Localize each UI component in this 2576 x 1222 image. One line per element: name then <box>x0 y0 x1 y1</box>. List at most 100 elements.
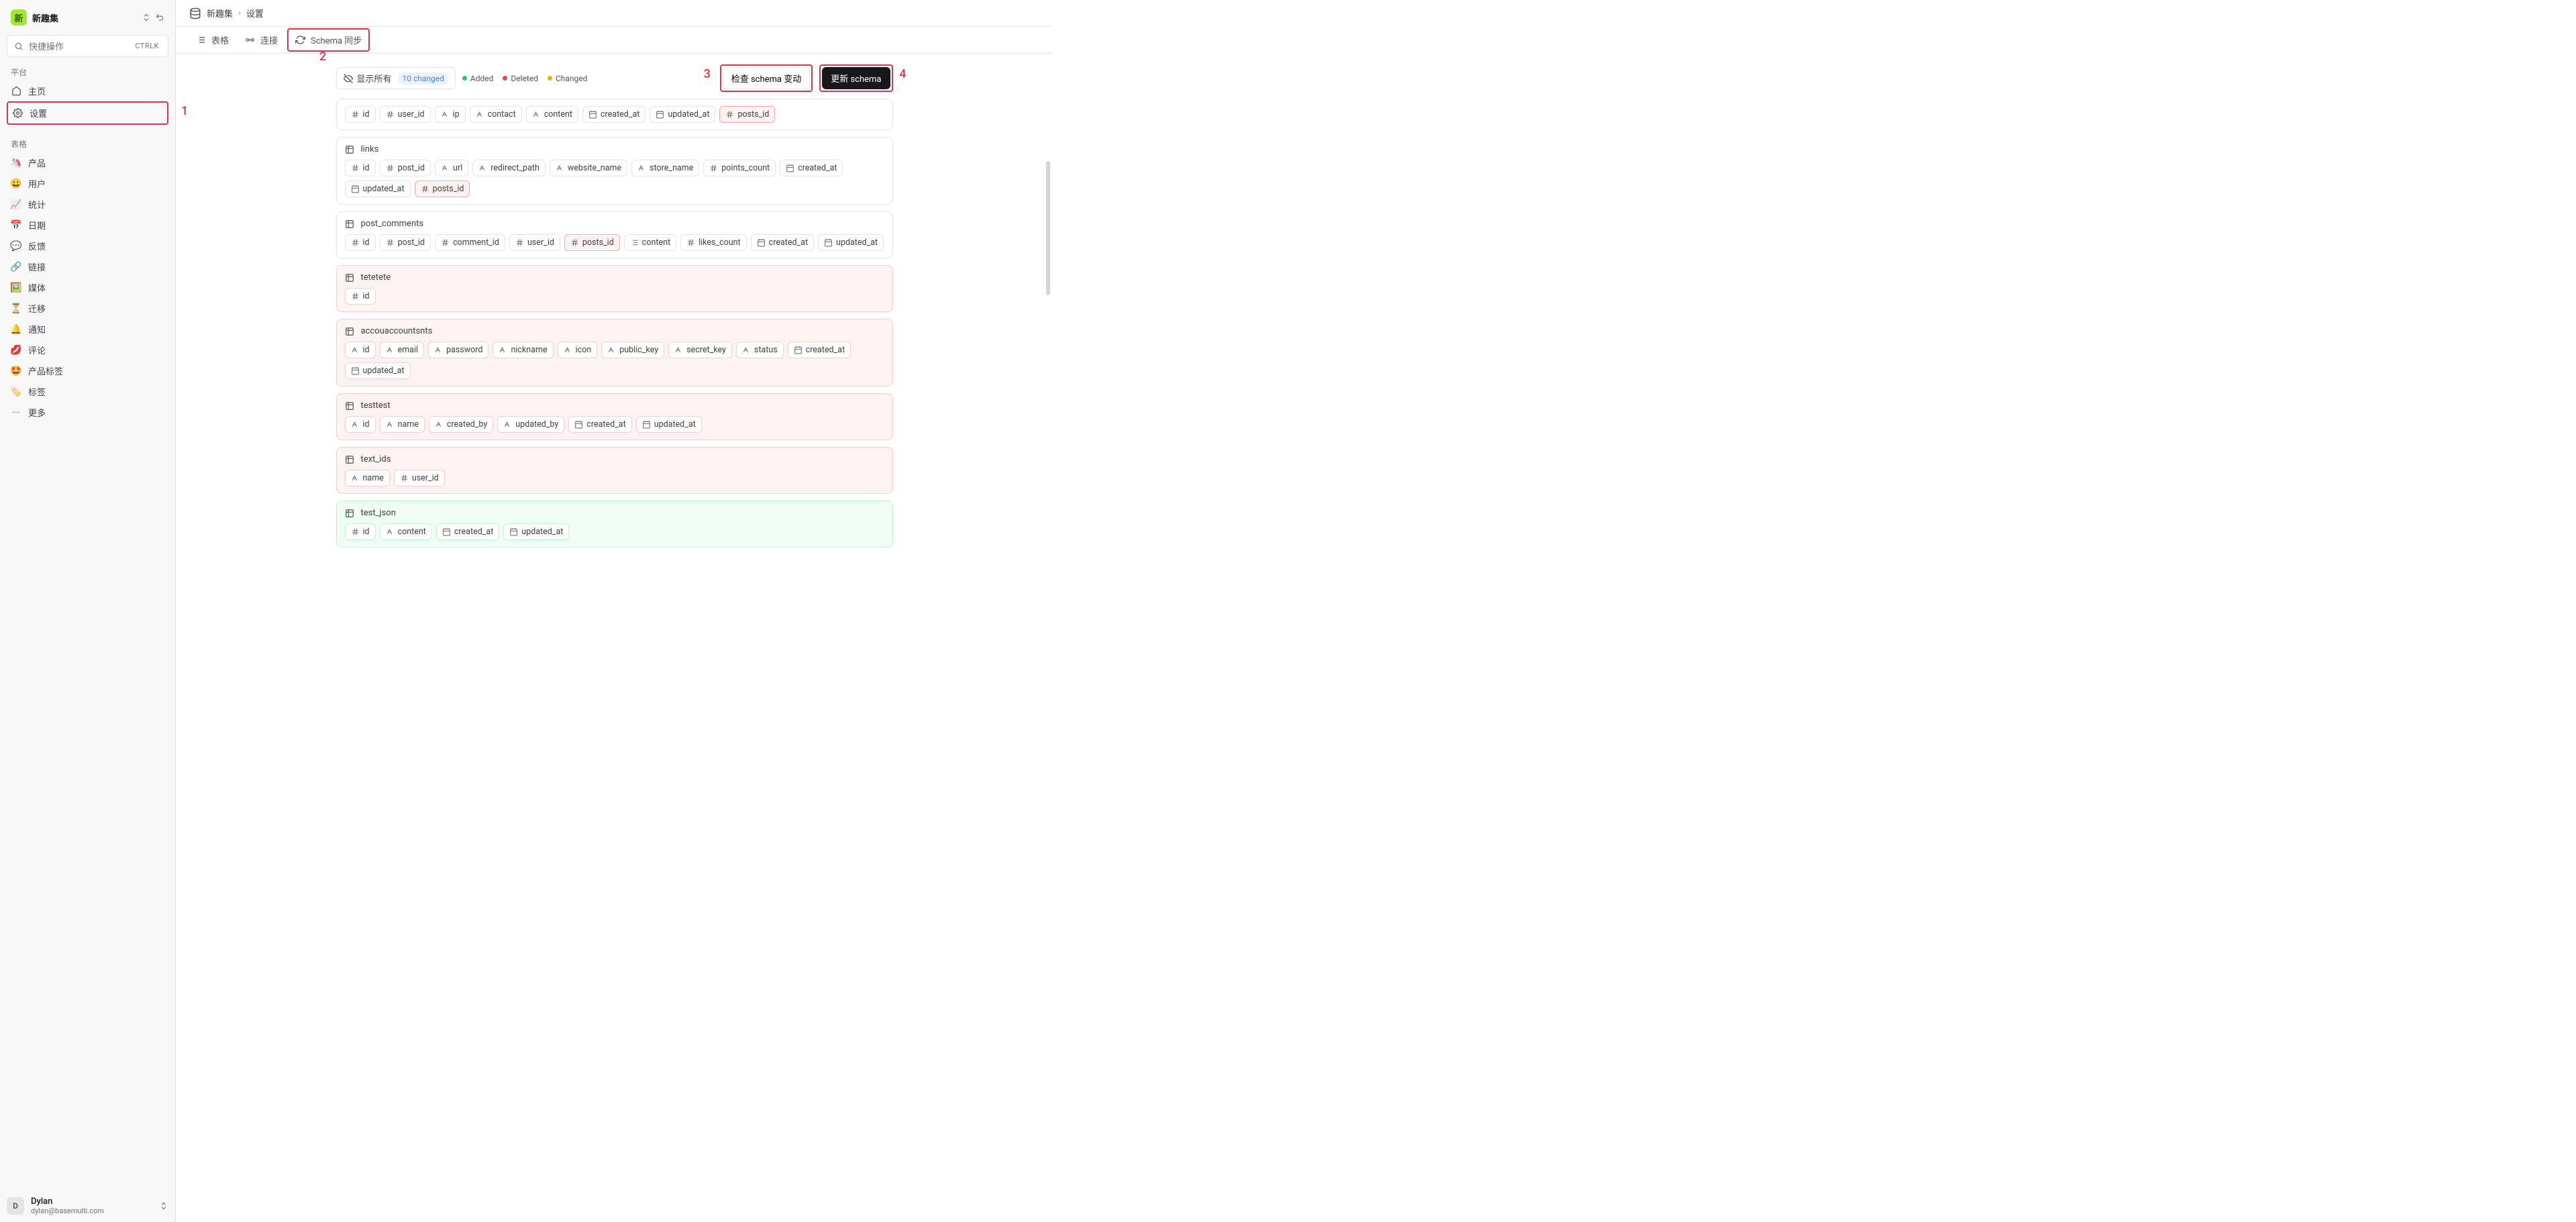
column-chip[interactable]: url <box>435 160 468 176</box>
scrollbar[interactable] <box>1046 94 1050 470</box>
chevron-up-down-icon[interactable] <box>142 13 151 22</box>
column-chip[interactable]: created_by <box>429 416 493 433</box>
column-chip[interactable]: user_id <box>380 106 431 123</box>
scrollbar-thumb[interactable] <box>1046 161 1050 295</box>
emoji-icon: 📈 <box>11 199 21 210</box>
sidebar-item-label: 链接 <box>28 260 46 273</box>
sidebar-item-home[interactable]: 主页 <box>7 81 168 101</box>
column-name: contact <box>488 109 516 119</box>
column-name: icon <box>576 345 592 355</box>
sidebar-item-table[interactable]: 💋评论 <box>7 340 168 360</box>
column-chip[interactable]: id <box>345 160 376 176</box>
sidebar-item-table[interactable]: 🦄产品 <box>7 152 168 173</box>
column-chip[interactable]: user_id <box>509 234 560 251</box>
column-chip[interactable]: created_at <box>436 523 499 540</box>
column-chip[interactable]: created_at <box>788 342 851 358</box>
sidebar-item-label: 产品 <box>28 156 46 169</box>
table-icon <box>345 145 354 154</box>
column-chip[interactable]: likes_count <box>680 234 747 251</box>
column-chip[interactable]: content <box>380 523 432 540</box>
column-chip[interactable]: updated_at <box>345 181 411 197</box>
column-chip[interactable]: updated_by <box>497 416 564 433</box>
column-chip[interactable]: post_id <box>380 234 431 251</box>
column-chip[interactable]: points_count <box>703 160 776 176</box>
sidebar-item-table[interactable]: 🏷️标签 <box>7 381 168 402</box>
column-chip[interactable]: content <box>624 234 676 251</box>
sidebar-item-table[interactable]: 📈统计 <box>7 194 168 215</box>
sidebar-item-more[interactable]: ··· 更多 <box>7 402 168 423</box>
table-header: tetetete <box>345 272 884 283</box>
column-chip[interactable]: created_at <box>751 234 814 251</box>
column-chip[interactable]: redirect_path <box>472 160 546 176</box>
sidebar-item-settings[interactable]: 设置 <box>7 101 168 125</box>
column-chip[interactable]: id <box>345 234 376 251</box>
column-chip[interactable]: name <box>345 470 390 487</box>
column-chip[interactable]: updated_at <box>345 362 411 379</box>
sidebar-item-table[interactable]: ⏳迁移 <box>7 298 168 319</box>
column-chip[interactable]: created_at <box>568 416 631 433</box>
column-chip[interactable]: id <box>345 288 376 305</box>
undo-icon[interactable] <box>155 13 164 22</box>
columns-row: iduser_idip contact content created_atupdat… <box>345 106 884 123</box>
sidebar-item-table[interactable]: 💬反馈 <box>7 236 168 256</box>
chevron-up-down-icon[interactable] <box>159 1201 168 1211</box>
emoji-icon: 🏷️ <box>11 387 21 397</box>
calendar-icon <box>588 110 597 119</box>
column-chip[interactable]: id <box>345 416 376 433</box>
column-name: nickname <box>511 345 547 355</box>
annotation-3: 3 <box>704 67 711 81</box>
column-chip[interactable]: id <box>345 106 376 123</box>
calendar-icon <box>656 110 664 119</box>
breadcrumb-root[interactable]: 新趣集 <box>207 7 233 19</box>
column-chip[interactable]: comment_id <box>435 234 505 251</box>
column-name: updated_at <box>363 184 405 194</box>
column-chip[interactable]: content <box>526 106 578 123</box>
column-chip[interactable]: store_name <box>631 160 699 176</box>
column-chip[interactable]: posts_id <box>415 181 470 197</box>
sidebar-item-table[interactable]: 😀用户 <box>7 173 168 194</box>
column-chip[interactable]: updated_at <box>650 106 715 123</box>
user-menu[interactable]: D Dylan dylan@basemulti.com <box>0 1190 175 1222</box>
sidebar-item-table[interactable]: 🖼️媒体 <box>7 277 168 298</box>
column-chip[interactable]: created_at <box>780 160 843 176</box>
workspace-switcher[interactable]: 新 新趣集 <box>7 7 168 28</box>
column-chip[interactable]: post_id <box>380 160 431 176</box>
column-chip[interactable]: updated_at <box>636 416 702 433</box>
column-chip[interactable]: icon <box>558 342 598 358</box>
table-name: tetetete <box>361 272 391 283</box>
quick-search[interactable]: 快捷操作 CTRLK <box>7 35 168 57</box>
sidebar-item-table[interactable]: 📅日期 <box>7 215 168 236</box>
column-chip[interactable]: updated_at <box>503 523 569 540</box>
column-chip[interactable]: contact <box>470 106 522 123</box>
tab-schema-sync[interactable]: Schema 同步 <box>287 28 370 52</box>
column-chip[interactable]: id <box>345 342 376 358</box>
sidebar-item-label: 通知 <box>28 323 46 336</box>
column-chip[interactable]: posts_id <box>719 106 775 123</box>
sidebar-item-table[interactable]: 🔔通知 <box>7 319 168 340</box>
column-chip[interactable]: name <box>380 416 425 433</box>
column-name: created_at <box>454 527 493 537</box>
column-chip[interactable]: website_name <box>550 160 627 176</box>
column-chip[interactable]: public_key <box>601 342 664 358</box>
column-chip[interactable]: updated_at <box>818 234 884 251</box>
column-chip[interactable]: id <box>345 523 376 540</box>
sidebar-item-table[interactable]: 🤩产品标签 <box>7 360 168 381</box>
tab-connection[interactable]: 连接 <box>238 30 285 50</box>
column-chip[interactable]: posts_id <box>564 234 620 251</box>
column-chip[interactable]: secret_key <box>668 342 732 358</box>
table-header: test_json <box>345 508 884 518</box>
column-chip[interactable]: status <box>736 342 784 358</box>
tab-tables[interactable]: 表格 <box>189 30 236 50</box>
update-schema-button[interactable]: 更新 schema <box>822 67 890 89</box>
column-chip[interactable]: ip <box>435 106 466 123</box>
column-name: content <box>544 109 572 119</box>
column-chip[interactable]: email <box>380 342 424 358</box>
column-chip[interactable]: created_at <box>582 106 646 123</box>
column-chip[interactable]: password <box>428 342 488 358</box>
column-chip[interactable]: user_id <box>394 470 445 487</box>
show-all-toggle[interactable]: 显示所有 10 changed <box>336 67 456 89</box>
text-icon <box>386 527 395 536</box>
check-schema-button[interactable]: 检查 schema 变动 <box>723 67 811 89</box>
column-chip[interactable]: nickname <box>493 342 553 358</box>
sidebar-item-table[interactable]: 🔗链接 <box>7 256 168 277</box>
